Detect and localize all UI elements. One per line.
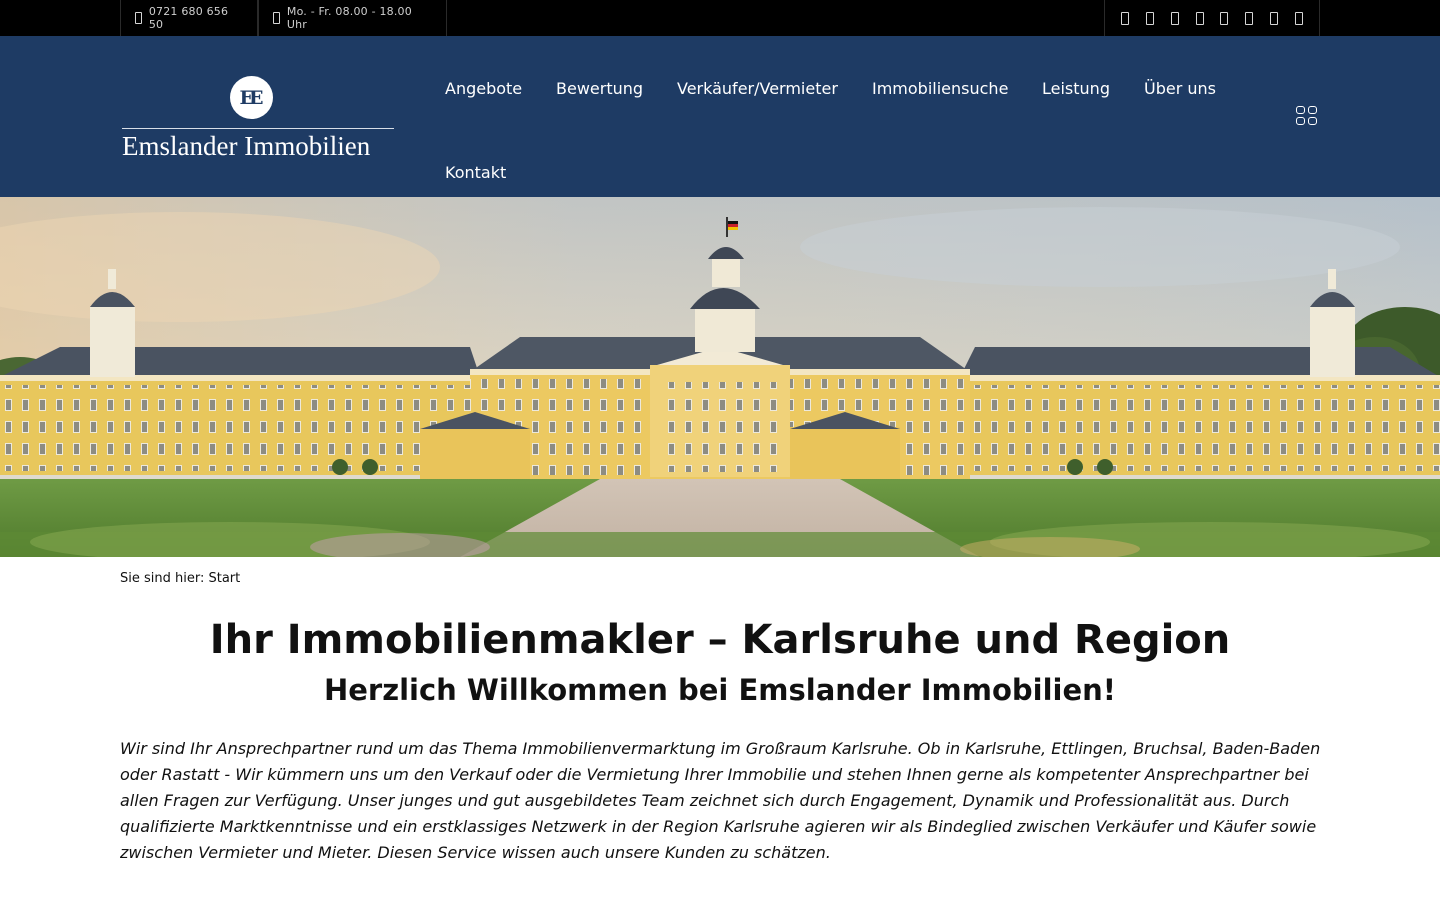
- karlsruhe-palace-photo: [0, 197, 1440, 557]
- opening-hours: Mo. - Fr. 08.00 - 18.00 Uhr: [258, 0, 447, 36]
- social-icon-3[interactable]: [1170, 11, 1179, 25]
- nav-item-verkaeufer-vermieter[interactable]: Verkäufer/Vermieter: [677, 79, 838, 98]
- phone-link[interactable]: 0721 680 656 50: [120, 0, 258, 36]
- intro-paragraph: Wir sind Ihr Ansprechpartner rund um das…: [120, 739, 1321, 862]
- breadcrumb: Sie sind hier: Start: [120, 571, 241, 586]
- nav-item-angebote[interactable]: Angebote: [445, 79, 522, 98]
- opening-hours-text: Mo. - Fr. 08.00 - 18.00 Uhr: [286, 5, 412, 31]
- page-title: Ihr Immobilienmakler – Karlsruhe und Reg…: [209, 617, 1231, 663]
- social-icon-1[interactable]: [1121, 11, 1129, 25]
- top-bar: 0721 680 656 50 Mo. - Fr. 08.00 - 18.00 …: [0, 0, 1440, 36]
- social-icon-4[interactable]: [1195, 11, 1204, 25]
- mobile-phone-icon: [135, 12, 142, 24]
- nav-item-immobiliensuche[interactable]: Immobiliensuche: [872, 79, 1008, 98]
- grid-menu-icon[interactable]: [1296, 106, 1319, 126]
- social-icon-5[interactable]: [1220, 11, 1229, 25]
- clock-icon: [273, 12, 280, 24]
- site-header: EE Emslander Immobilien Angebote Bewertu…: [0, 36, 1440, 197]
- hero-image: [0, 197, 1440, 557]
- nav-item-bewertung[interactable]: Bewertung: [556, 79, 643, 98]
- social-icon-8[interactable]: [1294, 11, 1303, 25]
- social-icon-7[interactable]: [1270, 11, 1279, 25]
- main-navigation: Angebote Bewertung Verkäufer/Vermieter I…: [0, 36, 1440, 197]
- social-links: [1104, 0, 1320, 36]
- social-icon-2[interactable]: [1145, 11, 1154, 25]
- phone-number: 0721 680 656 50: [148, 5, 229, 31]
- nav-item-kontakt[interactable]: Kontakt: [445, 163, 506, 182]
- nav-item-leistung[interactable]: Leistung: [1042, 79, 1110, 98]
- page-subtitle: Herzlich Willkommen bei Emslander Immobi…: [323, 673, 1117, 707]
- social-icon-6[interactable]: [1245, 11, 1254, 25]
- nav-item-ueber-uns[interactable]: Über uns: [1144, 79, 1216, 98]
